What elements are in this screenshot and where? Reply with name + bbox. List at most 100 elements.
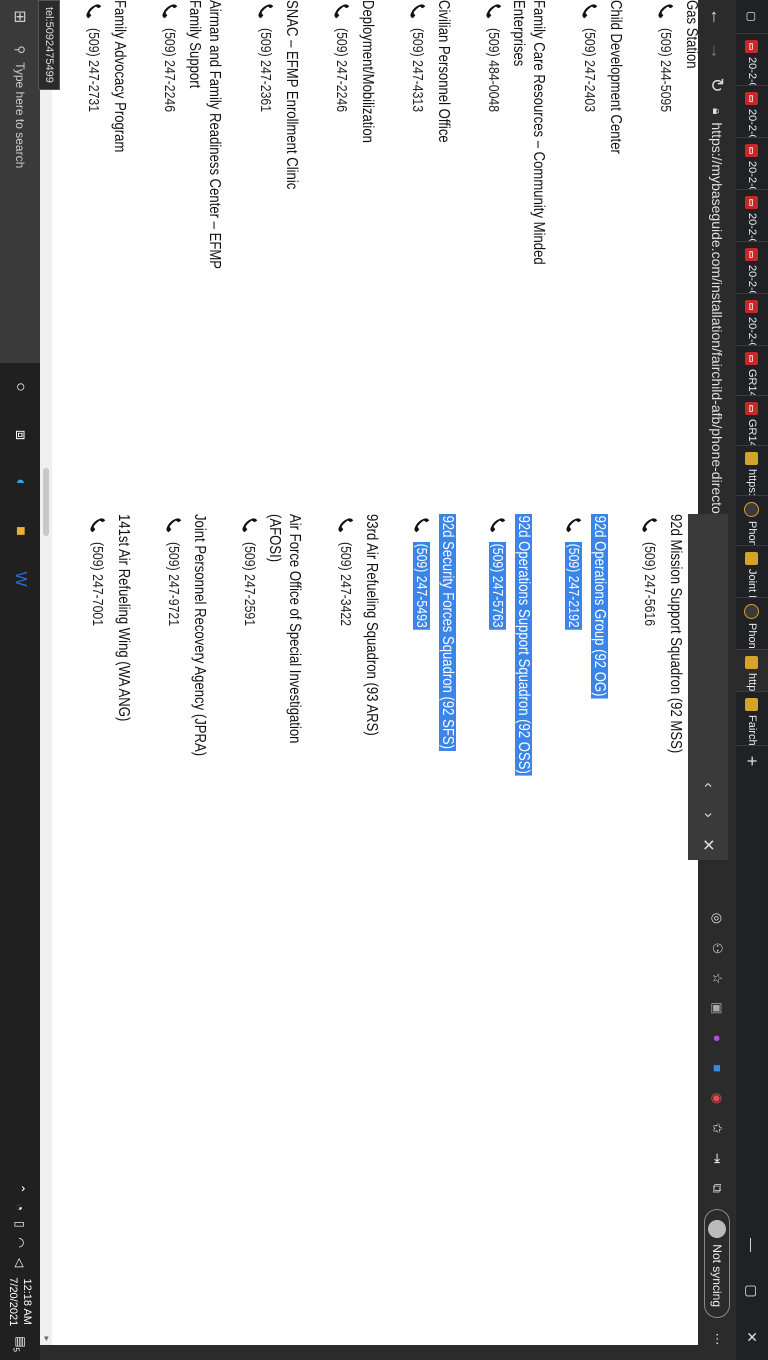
extension-purple-icon[interactable]: ●	[708, 1029, 726, 1047]
notification-count: 5	[11, 1347, 21, 1352]
search-placeholder: Type here to search	[13, 62, 27, 169]
reading-list-icon[interactable]: ⇥	[708, 1149, 726, 1167]
minimize-button[interactable]: —	[744, 1222, 761, 1268]
clock-date: 7/20/2021	[7, 1277, 19, 1327]
highlighted-name: 92d Operations Group (92 OG)	[591, 514, 608, 699]
scroll-right-arrow-icon[interactable]: ▸	[41, 1336, 52, 1341]
directory-item-name: 141st Air Refueling Wing (WA ANG)	[115, 514, 132, 722]
find-bar: ‹ › ✕	[688, 514, 728, 860]
previous-match-icon[interactable]: ‹	[699, 770, 717, 800]
tab[interactable]: Joint Bas	[736, 546, 768, 598]
clock[interactable]: 12:18 AM 7/20/2021	[6, 1277, 34, 1326]
phone-link[interactable]: (509) 247-9721	[165, 542, 182, 626]
volume-icon[interactable]: ◁	[13, 1258, 27, 1267]
site-icon	[745, 698, 759, 711]
notification-icon[interactable]: ▤5	[12, 1336, 28, 1352]
phone-icon	[333, 2, 351, 20]
network-icon[interactable]: ◔	[13, 1204, 27, 1211]
collections-icon[interactable]: ⧉	[708, 1179, 726, 1197]
extension-icon[interactable]: ▣	[708, 999, 726, 1017]
task-view-icon[interactable]: ⧈	[11, 411, 29, 459]
horizontal-scrollbar[interactable]: ◂ ▸	[40, 0, 52, 1345]
directory-item-name: Family Care Resources – Community Minded…	[510, 0, 547, 265]
phone-icon	[565, 516, 583, 534]
word-icon[interactable]: W	[11, 555, 29, 603]
forward-button[interactable]: →	[707, 34, 728, 68]
back-button[interactable]: ←	[707, 0, 728, 34]
phone-link[interactable]: (509) 247-2731	[85, 28, 102, 112]
tab-label: http	[746, 673, 758, 692]
close-window-button[interactable]: ✕	[744, 1314, 761, 1360]
directory-item: 92d Operations Support Squadron (92 OSS)…	[468, 514, 544, 1074]
tab[interactable]: Phone D	[736, 598, 768, 650]
system-tray: ⌃ ◔ ▯ ◠ ◁ 12:18 AM 7/20/2021 ▤5	[6, 1184, 34, 1360]
phone-link[interactable]: (509) 484-0048	[485, 28, 502, 112]
start-icon[interactable]: ⊞	[10, 10, 30, 23]
vertical-scrollbar[interactable]	[40, 1345, 698, 1360]
phone-link[interactable]: (509) 247-2246	[333, 28, 350, 112]
maximize-button[interactable]: ▢	[744, 1268, 761, 1314]
tab[interactable]: ▭ 20-2-01(	[736, 138, 768, 190]
tab[interactable]: ▭ 20-2-01(	[736, 86, 768, 138]
pdf-icon: ▭	[745, 248, 759, 261]
phone-link[interactable]: (509) 247-2591	[241, 542, 258, 626]
next-match-icon[interactable]: ›	[699, 800, 717, 830]
outlook-icon[interactable]: ■	[11, 507, 29, 555]
highlighted-name: 92d Operations Support Squadron (92 OSS)	[515, 514, 532, 776]
tab[interactable]: Fairchild	[736, 692, 768, 746]
add-favorite-icon[interactable]: ☆	[708, 969, 726, 987]
taskbar-search[interactable]: ⊞ ⚲ Type here to search	[0, 0, 40, 363]
phone-link[interactable]: (509) 247-3422	[337, 542, 354, 626]
tab[interactable]: Phone D	[736, 496, 768, 546]
directory-item-name: Family Advocacy Program	[111, 0, 128, 153]
phone-link[interactable]: (509) 244-5095	[657, 28, 674, 112]
phone-icon	[337, 516, 355, 534]
directory-item-name: 92d Mission Support Squadron (92 MSS)	[667, 514, 684, 754]
directory-item-name: Child Development Center	[607, 0, 624, 154]
phone-link[interactable]: (509) 247-7001	[89, 542, 106, 626]
refresh-button[interactable]: ↻	[707, 68, 728, 102]
phone-link[interactable]: (509) 247-2246	[161, 28, 178, 112]
page-icon	[744, 604, 760, 619]
phone-link[interactable]: (509) 247-5616	[641, 542, 658, 626]
pdf-icon: ▭	[745, 402, 759, 415]
lock-icon: 🔒︎	[710, 108, 725, 115]
pdf-icon: ▭	[745, 92, 759, 105]
phone-link[interactable]: (509) 247-4313	[409, 28, 426, 112]
settings-more-icon[interactable]: ⋯	[708, 1330, 726, 1348]
phone-link[interactable]: (509) 247-5493	[413, 542, 430, 630]
tab[interactable]: http✕	[736, 650, 768, 692]
scrollbar-thumb[interactable]	[43, 468, 49, 536]
close-find-icon[interactable]: ✕	[698, 830, 718, 860]
tab-actions-button[interactable]: ▢	[736, 0, 768, 34]
battery-icon[interactable]: ▯	[13, 1221, 27, 1228]
tab[interactable]: ▭ 20-2-01(	[736, 190, 768, 242]
edge-icon[interactable]: ◐	[11, 459, 29, 507]
phone-link[interactable]: (509) 247-2403	[581, 28, 598, 112]
tab[interactable]: ▭ 20-2-01(	[736, 242, 768, 294]
phone-link[interactable]: (509) 247-2361	[257, 28, 274, 112]
extension-multi-icon[interactable]: ◉	[708, 1089, 726, 1107]
phone-icon	[485, 2, 503, 20]
tab[interactable]: https://r	[736, 446, 768, 496]
show-hidden-icons[interactable]: ⌃	[13, 1184, 27, 1194]
profile-sync-button[interactable]: Not syncing	[704, 1209, 730, 1318]
phone-icon	[657, 2, 675, 20]
cortana-icon[interactable]: ○	[11, 363, 29, 411]
wifi-icon[interactable]: ◠	[13, 1238, 27, 1248]
tab[interactable]: ▭ 20-2-01(	[736, 34, 768, 86]
phone-link[interactable]: (509) 247-5763	[489, 542, 506, 630]
tab[interactable]: ▭ GR14-Co	[736, 346, 768, 396]
directory-item: SNAC – EFMP Enrollment Clinic (509) 247-2…	[236, 0, 312, 560]
extension-blue-icon[interactable]: ■	[708, 1059, 726, 1077]
phone-link[interactable]: (509) 247-2192	[565, 542, 582, 630]
favorites-icon[interactable]: ✩	[708, 1119, 726, 1137]
read-aloud-icon[interactable]: ⚇	[708, 939, 726, 957]
new-tab-button[interactable]: +	[742, 746, 763, 776]
directory-left-column: Gas Station (509) 244-5095 Child Developme…	[40, 0, 698, 560]
directory-item: Family Care Resources – Community Minded…	[464, 0, 560, 560]
tracking-prevention-icon[interactable]: ◎	[708, 909, 726, 927]
tab[interactable]: ▭ GR14-Co	[736, 396, 768, 446]
phone-icon	[165, 516, 183, 534]
tab[interactable]: ▭ 20-2-01(	[736, 294, 768, 346]
